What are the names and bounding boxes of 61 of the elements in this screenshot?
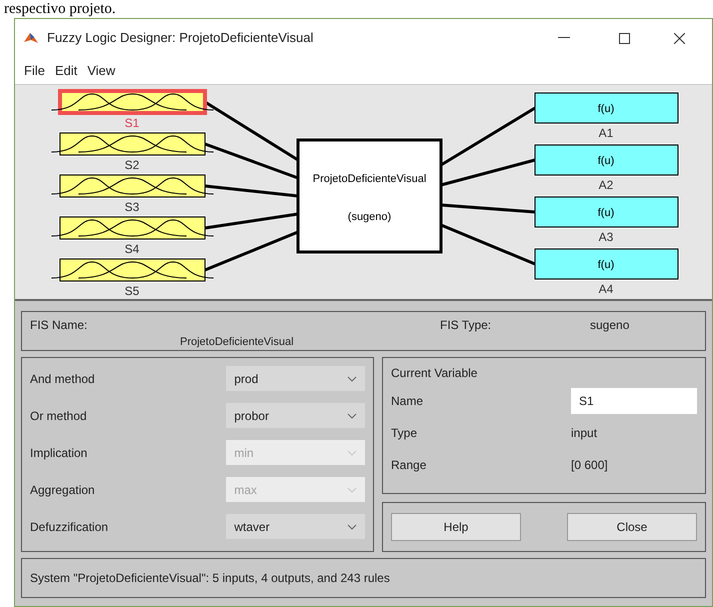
close-button[interactable]: Close: [567, 513, 697, 541]
input-variable-block[interactable]: [51, 216, 214, 240]
panel-title: Current Variable: [391, 365, 478, 382]
input-variable-block[interactable]: [51, 132, 214, 156]
output-variable-block[interactable]: [534, 196, 678, 228]
chevron-down-icon: [347, 524, 357, 530]
output-function-label: f(u): [598, 207, 614, 219]
system-name: ProjetoDeficienteVisual: [312, 173, 426, 185]
method-label: Implication: [30, 444, 88, 462]
input-variable-block[interactable]: [51, 174, 214, 198]
document-text: respectivo projeto.: [3, 0, 117, 18]
input-variable-label: S2: [124, 158, 140, 172]
input-variable-label: S1: [124, 116, 140, 130]
input-variable-block[interactable]: [51, 89, 214, 115]
method-label: Defuzzification: [30, 518, 110, 536]
input-variable-block[interactable]: [51, 258, 214, 282]
method-dropdown[interactable]: probor: [226, 403, 365, 428]
variable-value: input: [571, 425, 598, 442]
method-label: Or method: [30, 408, 88, 424]
minimize-icon: [558, 37, 570, 39]
close-icon: [674, 32, 684, 44]
method-label: Aggregation: [30, 482, 96, 498]
variable-name-field[interactable]: S1: [571, 388, 697, 414]
variable-value: [0 600]: [571, 457, 608, 474]
menu-item[interactable]: View: [82, 60, 120, 80]
input-variable-label: S4: [124, 242, 140, 256]
output-function-label: f(u): [598, 259, 614, 271]
fis-name-label: FIS Name:: [30, 317, 88, 334]
output-variable-block[interactable]: [534, 248, 678, 280]
variable-label: Type: [391, 425, 418, 442]
help-button[interactable]: Help: [391, 513, 521, 541]
status-bar: System "ProjetoDeficienteVisual": 5 inputs, 4 outputs, and 243 rules: [21, 558, 706, 598]
fis-name-value: ProjetoDeficienteVisual: [180, 335, 295, 350]
fis-type-value: sugeno: [590, 317, 630, 334]
fis-type-label: FIS Type:: [440, 317, 492, 334]
method-dropdown[interactable]: wtaver: [226, 514, 365, 539]
input-variable-label: S5: [124, 284, 140, 298]
variable-label: Range: [391, 457, 428, 474]
system-type: (sugeno): [348, 211, 392, 223]
chevron-down-icon: [347, 486, 357, 492]
window-title: Fuzzy Logic Designer: ProjetoDeficienteVisual: [47, 29, 314, 48]
menu-item[interactable]: Edit: [50, 60, 82, 80]
input-variable-label: S3: [124, 200, 140, 214]
variable-label: Name: [391, 393, 424, 410]
output-variable-block[interactable]: [534, 92, 678, 124]
output-function-label: f(u): [598, 155, 614, 167]
maximize-icon: [618, 32, 630, 44]
method-label: And method: [30, 370, 96, 388]
chevron-down-icon: [347, 450, 357, 456]
output-variable-label: A1: [598, 126, 614, 140]
app-logo-icon: [23, 30, 39, 46]
system-block[interactable]: [296, 138, 442, 254]
output-variable-label: A4: [598, 282, 614, 296]
output-function-label: f(u): [598, 103, 614, 115]
output-variable-block[interactable]: [534, 144, 678, 176]
output-variable-label: A2: [598, 178, 614, 192]
menu-item[interactable]: File: [19, 60, 50, 80]
method-dropdown[interactable]: prod: [226, 366, 365, 391]
output-variable-label: A3: [598, 230, 614, 244]
chevron-down-icon: [347, 412, 357, 418]
chevron-down-icon: [347, 376, 357, 382]
